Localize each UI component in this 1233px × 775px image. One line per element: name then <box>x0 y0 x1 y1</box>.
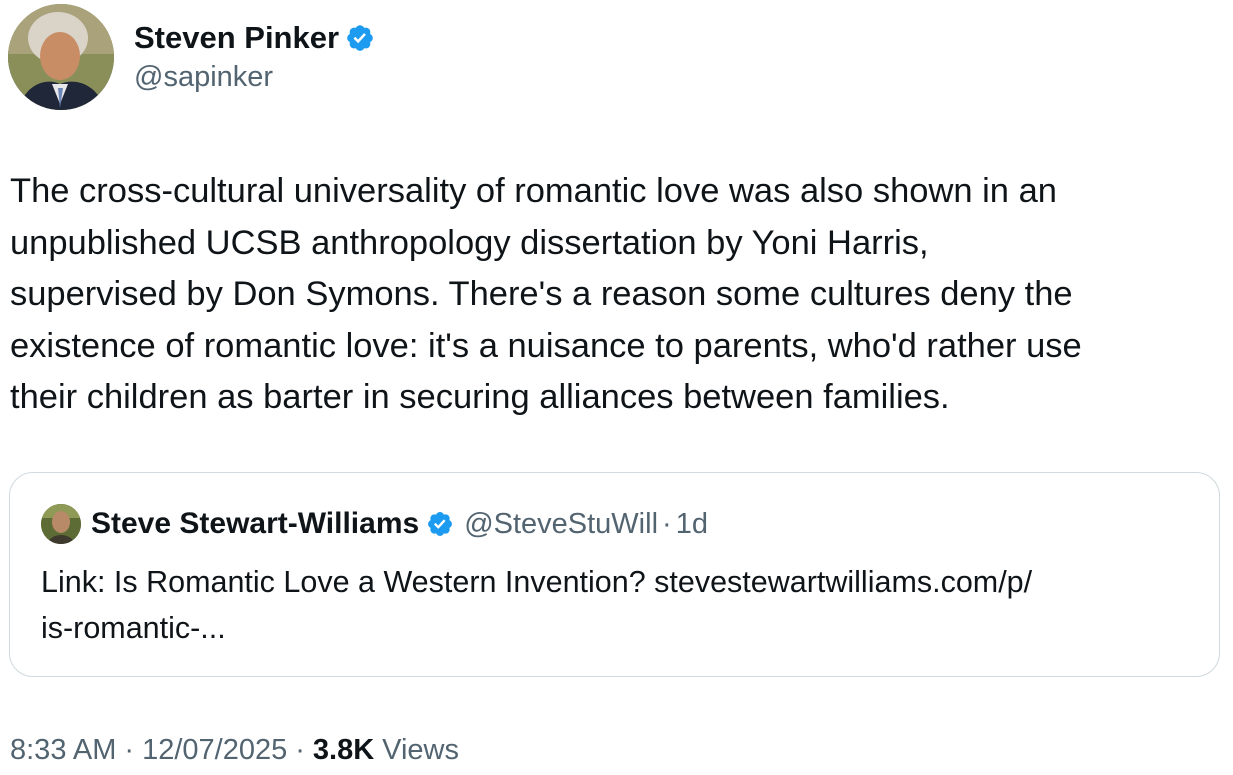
quoted-timestamp[interactable]: 1d <box>676 508 708 541</box>
quoted-author-avatar-image <box>41 504 81 544</box>
author-handle[interactable]: @sapinker <box>134 59 375 95</box>
tweet-text: The cross-cultural universality of roman… <box>10 172 1082 416</box>
author-name[interactable]: Steven Pinker <box>134 19 339 57</box>
meta-separator-1: · <box>124 733 135 766</box>
tweet-time[interactable]: 8:33 AM <box>10 734 116 767</box>
quoted-separator: · <box>662 507 672 540</box>
author-avatar[interactable] <box>8 4 114 110</box>
quoted-tweet-text: Link: Is Romantic Love a Western Inventi… <box>41 565 1033 645</box>
author-avatar-image <box>8 4 114 110</box>
views-label: Views <box>382 733 460 766</box>
tweet-header: Steven Pinker @sapinker <box>8 2 375 112</box>
quoted-tweet-header: Steve Stewart-Williams @SteveStuWill · 1… <box>41 503 708 545</box>
quoted-author-handle[interactable]: @SteveStuWill <box>464 508 658 541</box>
verified-badge-icon[interactable] <box>345 23 375 53</box>
tweet-meta: 8:33 AM · 12/07/2025 · 3.8K Views <box>10 727 459 773</box>
views-count: 3.8K <box>312 733 375 766</box>
quoted-author-avatar[interactable] <box>41 504 81 544</box>
quoted-author-name[interactable]: Steve Stewart-Williams <box>91 507 419 541</box>
meta-separator-2: · <box>295 733 305 766</box>
tweet-date[interactable]: 12/07/2025 <box>142 734 287 767</box>
quoted-tweet-card[interactable]: Steve Stewart-Williams @SteveStuWill · 1… <box>9 472 1220 677</box>
quoted-verified-badge-icon[interactable] <box>426 510 454 538</box>
